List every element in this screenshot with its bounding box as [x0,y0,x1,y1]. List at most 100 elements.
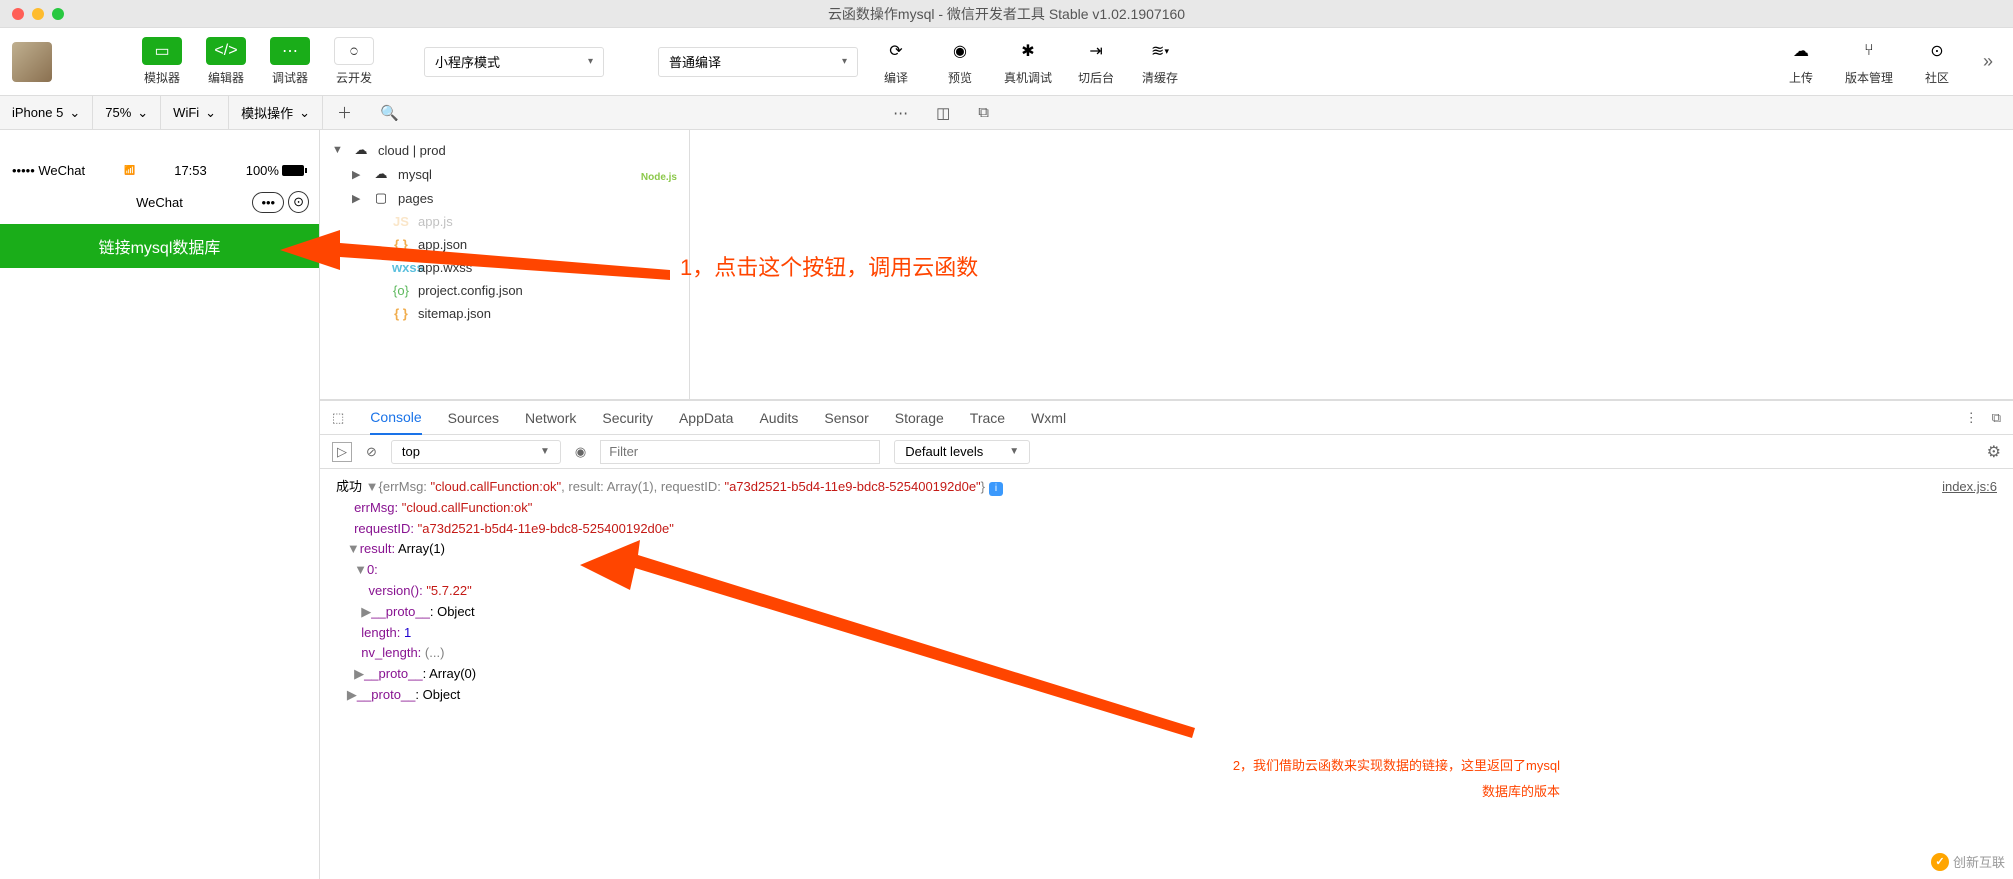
chevron-down-icon: ▾ [588,56,593,67]
annotation-arrow-2 [580,540,1200,750]
dock-icon[interactable]: ⧉ [1992,410,2001,426]
inspect-icon[interactable]: ⬚ [332,410,344,426]
main-toolbar: ▭模拟器 </>编辑器 ⋯调试器 ೦云开发 小程序模式▾ 普通编译▾ ⟳编译 ◉… [0,28,2013,96]
chevron-down-icon: ▼ [332,144,344,156]
tree-root[interactable]: ▼☁cloud | prod [320,138,689,162]
nav-title: WeChat [136,195,183,210]
devtools-tabs: ⬚ Console Sources Network Security AppDa… [320,401,2013,435]
chat-icon: ⊙ [1917,37,1957,65]
zoom-dropdown[interactable]: 75%⌄ [93,96,161,129]
chevron-right-icon: ▶ [352,168,364,181]
window-title: 云函数操作mysql - 微信开发者工具 Stable v1.02.190716… [828,4,1185,24]
battery-icon [282,165,307,176]
tab-security[interactable]: Security [602,402,653,434]
compile-button[interactable]: ⟳编译 [870,35,922,88]
battery-label: 100% [246,163,279,178]
preview-button[interactable]: ◉预览 [934,35,986,88]
capsule-menu-icon[interactable]: ••• [252,192,284,213]
exit-icon: ⇥ [1076,37,1116,65]
tab-wxml[interactable]: Wxml [1031,402,1066,434]
add-icon[interactable]: ＋ [323,102,366,123]
info-badge[interactable]: i [989,482,1003,496]
code-icon: </> [206,37,246,65]
annotation-arrow-1 [280,225,680,285]
cloud-folder-icon: ☁ [352,142,370,158]
maximize-icon[interactable] [52,8,64,20]
more-icon[interactable]: ⋯ [879,104,922,122]
console-filter-bar: ▷ ⊘ top▼ ◉ Default levels▼ ⚙ [320,435,2013,469]
overflow-icon[interactable]: » [1975,51,2001,72]
close-icon[interactable] [12,8,24,20]
connect-mysql-button[interactable]: 链接mysql数据库 [0,224,319,268]
cloud-icon: ☁ [372,166,390,182]
compile-mode-dropdown[interactable]: 普通编译▾ [658,47,858,77]
sim-nav-bar: WeChat ••• ⊙ [0,180,319,224]
tab-sources[interactable]: Sources [448,402,499,434]
play-icon[interactable]: ▷ [332,442,352,462]
bug-icon: ✱ [1008,37,1048,65]
tab-audits[interactable]: Audits [759,402,798,434]
phone-icon: ▭ [142,37,182,65]
window-titlebar: 云函数操作mysql - 微信开发者工具 Stable v1.02.190716… [0,0,2013,28]
chevron-right-icon: ▶ [352,192,364,205]
chevron-down-icon: ⌄ [299,105,310,121]
source-link[interactable]: index.js:6 [1942,477,1997,498]
debugger-button[interactable]: ⋯调试器 [264,35,316,88]
traffic-lights[interactable] [12,8,64,20]
tab-network[interactable]: Network [525,402,576,434]
tree-file-sitemap[interactable]: { }sitemap.json [320,302,689,325]
split-left-icon[interactable]: ◫ [922,104,964,122]
tab-storage[interactable]: Storage [895,402,944,434]
minimize-icon[interactable] [32,8,44,20]
remote-debug-button[interactable]: ✱真机调试 [998,35,1058,88]
sub-toolbar: iPhone 5⌄ 75%⌄ WiFi⌄ 模拟操作⌄ ＋ 🔍 ⋯ ◫ ⧉ [0,96,2013,130]
eye-icon[interactable]: ◉ [575,444,586,460]
time-label: 17:53 [174,163,207,178]
chevron-down-icon: ▾ [842,56,847,67]
config-icon: {o} [392,283,410,298]
watermark: ✓创新互联 [1931,852,2005,871]
cloud-icon: ೦ [334,37,374,65]
cloud-dev-button[interactable]: ೦云开发 [328,35,380,88]
tab-console[interactable]: Console [370,401,421,435]
chevron-down-icon: ⌄ [205,105,216,121]
refresh-icon: ⟳ [876,37,916,65]
editor-button[interactable]: </>编辑器 [200,35,252,88]
filter-input[interactable] [600,440,880,464]
tab-sensor[interactable]: Sensor [824,402,868,434]
clear-icon[interactable]: ⊘ [366,444,377,460]
search-icon[interactable]: 🔍 [366,104,413,122]
network-dropdown[interactable]: WiFi⌄ [161,96,229,129]
background-button[interactable]: ⇥切后台 [1070,35,1122,88]
simulator-button[interactable]: ▭模拟器 [136,35,188,88]
capsule-close-icon[interactable]: ⊙ [288,191,309,213]
eye-icon: ◉ [940,37,980,65]
version-button[interactable]: ⑂版本管理 [1839,35,1899,88]
simulator-panel: ••••• WeChat📶 17:53 100% WeChat ••• ⊙ 链接… [0,130,320,879]
carrier-label: ••••• WeChat [12,163,85,178]
mode-dropdown[interactable]: 小程序模式▾ [424,47,604,77]
community-button[interactable]: ⊙社区 [1911,35,1963,88]
folder-icon: ▢ [372,190,390,206]
nodejs-badge: Node.js [641,172,677,183]
tree-folder-mysql[interactable]: ▶☁mysql [320,162,689,186]
mock-dropdown[interactable]: 模拟操作⌄ [229,96,323,129]
gear-icon[interactable]: ⚙ [1987,442,2001,462]
chevron-down-icon: ⌄ [137,105,148,121]
debug-icon: ⋯ [270,37,310,65]
code-editor[interactable] [690,130,2013,399]
levels-dropdown[interactable]: Default levels▼ [894,440,1030,464]
project-avatar[interactable] [12,42,52,82]
tree-folder-pages[interactable]: ▶▢pages [320,186,689,210]
clear-cache-button[interactable]: ≋ ▾清缓存 [1134,35,1186,88]
json-icon: { } [392,306,410,321]
tab-appdata[interactable]: AppData [679,402,733,434]
tab-trace[interactable]: Trace [970,402,1005,434]
split-right-icon[interactable]: ⧉ [964,104,1003,121]
upload-icon: ☁ [1781,37,1821,65]
upload-button[interactable]: ☁上传 [1775,35,1827,88]
branch-icon: ⑂ [1849,37,1889,65]
context-dropdown[interactable]: top▼ [391,440,561,464]
kebab-icon[interactable]: ⋮ [1965,410,1978,426]
device-dropdown[interactable]: iPhone 5⌄ [0,96,93,129]
